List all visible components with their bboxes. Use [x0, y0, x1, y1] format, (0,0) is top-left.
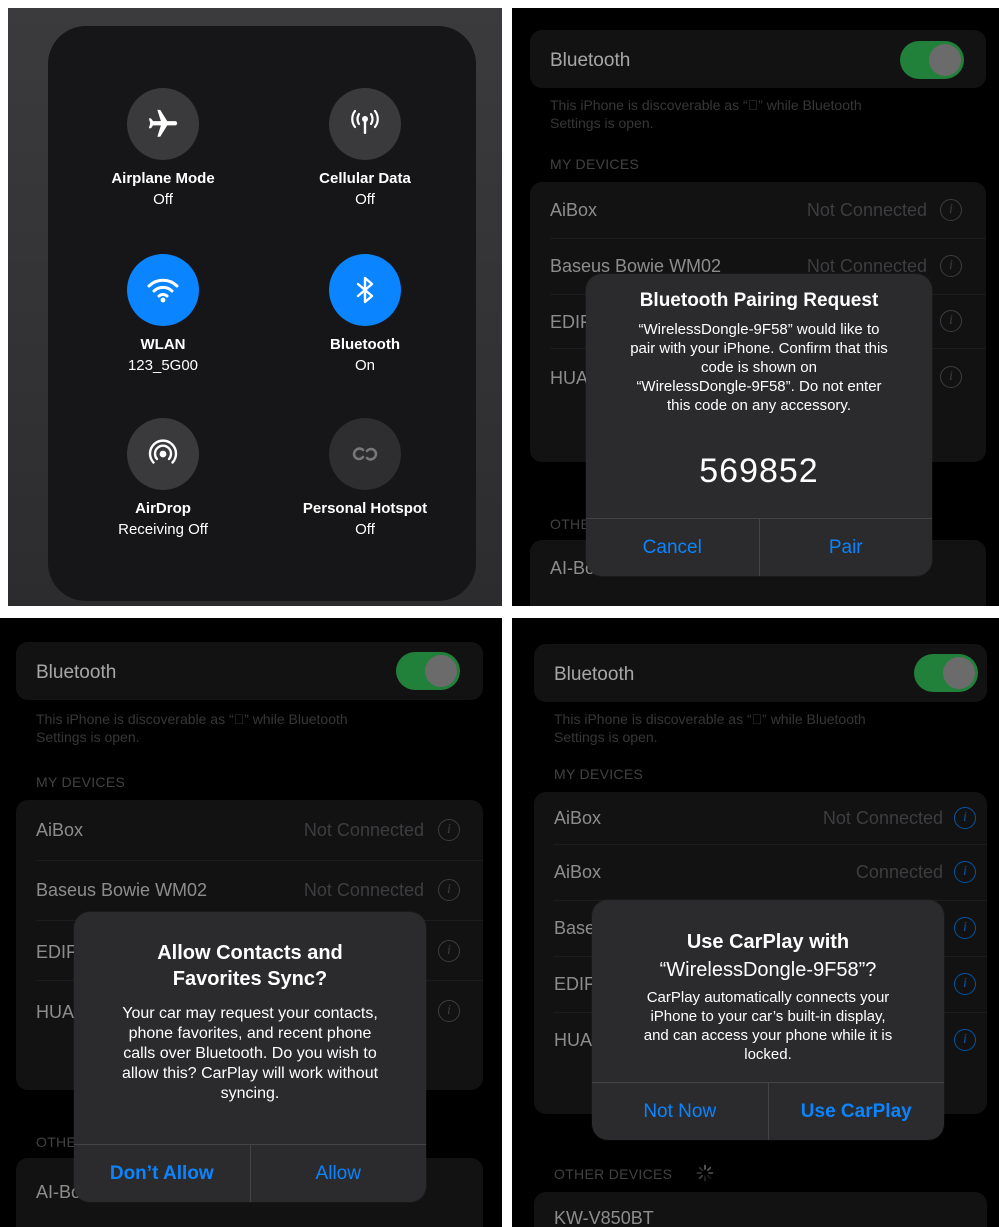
airplane-icon — [127, 88, 199, 160]
pairing-alert: Bluetooth Pairing Request “WirelessDongl… — [586, 274, 932, 576]
connectivity-module: Airplane Mode Off Cellular Data Off WLAN… — [48, 26, 476, 601]
tile-status: Off — [355, 191, 375, 208]
allow-button[interactable]: Allow — [249, 1145, 427, 1202]
airplane-mode-tile[interactable]: Airplane Mode Off — [68, 88, 258, 208]
pairing-code: 569852 — [699, 452, 819, 490]
alert-message: CarPlay automatically connects your iPho… — [643, 989, 893, 1063]
carplay-alert: Use CarPlay with “WirelessDongle-9F58”? … — [592, 900, 944, 1140]
contacts-sync-alert: Allow Contacts and Favorites Sync? Your … — [74, 912, 426, 1202]
alert-message: “WirelessDongle-9F58” would like to pair… — [630, 321, 888, 414]
bluetooth-tile[interactable]: Bluetooth On — [270, 254, 460, 374]
personal-hotspot-tile[interactable]: Personal Hotspot Off — [270, 418, 460, 538]
use-carplay-button[interactable]: Use CarPlay — [767, 1083, 945, 1140]
not-now-button[interactable]: Not Now — [592, 1083, 768, 1140]
alert-title: Allow Contacts and Favorites Sync? — [157, 942, 343, 990]
tile-title: Personal Hotspot — [302, 500, 428, 517]
wifi-icon — [127, 254, 199, 326]
tile-status: 123_5G00 — [127, 357, 199, 374]
hotspot-icon — [329, 418, 401, 490]
antenna-icon — [329, 88, 401, 160]
alert-message: Your car may request your contacts, phon… — [121, 1005, 379, 1102]
cancel-button[interactable]: Cancel — [586, 519, 759, 576]
dont-allow-button[interactable]: Don’t Allow — [74, 1145, 250, 1202]
airdrop-icon — [127, 418, 199, 490]
pair-button[interactable]: Pair — [758, 519, 933, 576]
tile-status: Off — [355, 521, 375, 538]
airdrop-tile[interactable]: AirDrop Receiving Off — [68, 418, 258, 538]
tile-status: Receiving Off — [118, 521, 208, 538]
alert-buttons: Don’t Allow Allow — [74, 1144, 426, 1202]
alert-title: Bluetooth Pairing Request — [639, 290, 879, 311]
tile-title: Cellular Data — [319, 170, 411, 187]
tile-title: Bluetooth — [330, 336, 400, 353]
tile-status: Off — [153, 191, 173, 208]
tile-status: On — [354, 357, 375, 374]
wlan-tile[interactable]: WLAN 123_5G00 — [68, 254, 258, 374]
bluetooth-icon — [329, 254, 401, 326]
tile-title: Airplane Mode — [111, 170, 215, 187]
control-center-panel: Airplane Mode Off Cellular Data Off WLAN… — [8, 8, 502, 606]
contacts-sync-screen: Bluetooth This iPhone is discoverable as… — [0, 618, 502, 1227]
alert-buttons: Not Now Use CarPlay — [592, 1082, 944, 1140]
tile-title: AirDrop — [135, 500, 191, 517]
alert-buttons: Cancel Pair — [586, 518, 932, 576]
bluetooth-pairing-screen: Bluetooth This iPhone is discoverable as… — [512, 8, 999, 606]
carplay-prompt-screen: Bluetooth This iPhone is discoverable as… — [512, 618, 999, 1227]
alert-title: Use CarPlay with “WirelessDongle-9F58”? — [659, 931, 877, 981]
tile-title: WLAN — [140, 336, 186, 353]
cellular-data-tile[interactable]: Cellular Data Off — [270, 88, 460, 208]
